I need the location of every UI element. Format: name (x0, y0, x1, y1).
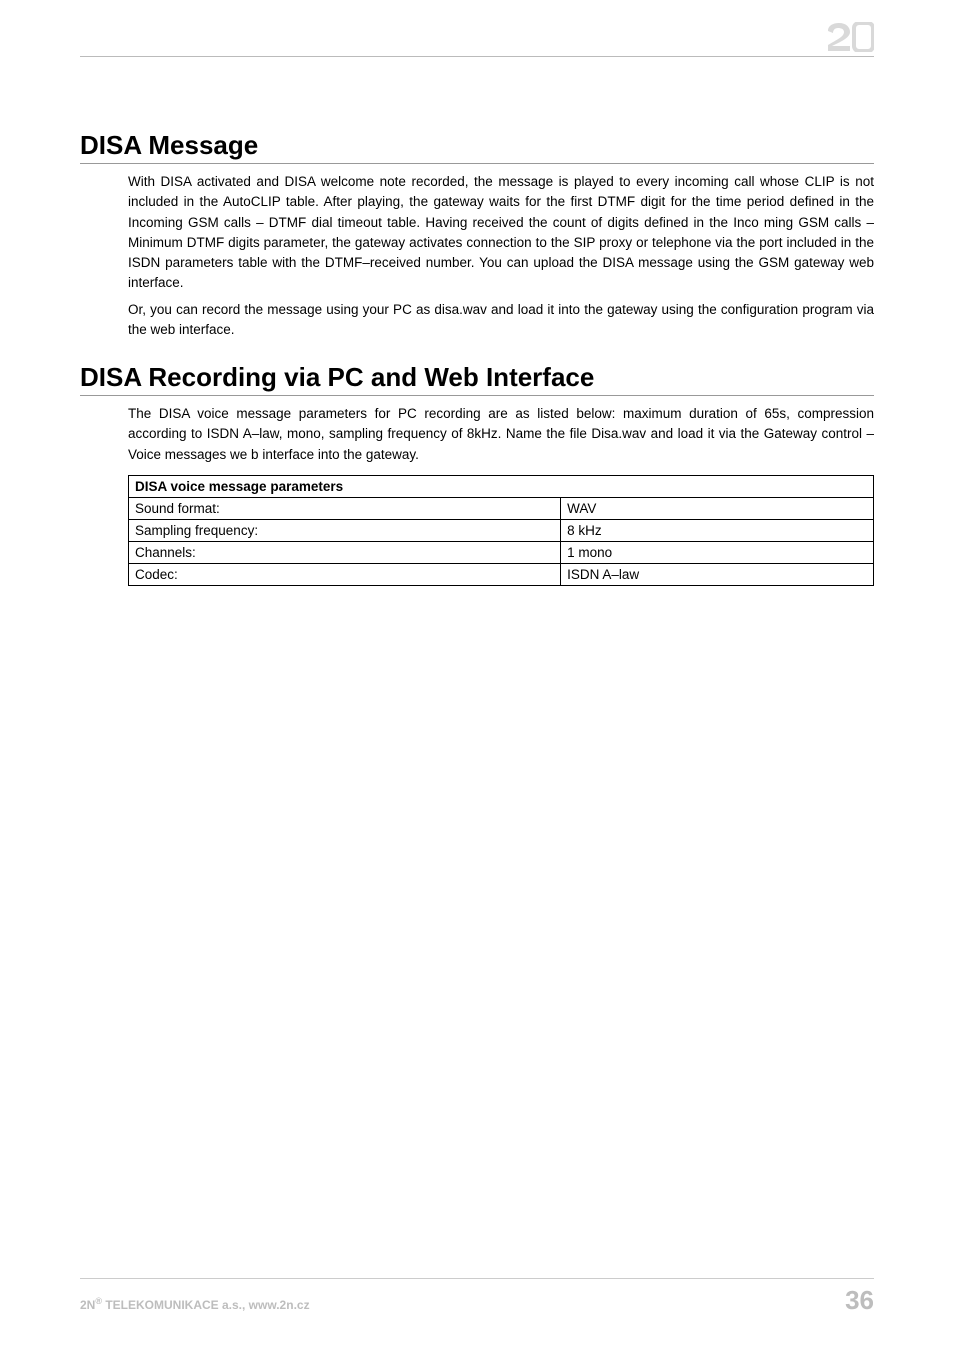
table-cell-label: Sampling frequency: (129, 519, 561, 541)
table-header-row: DISA voice message parameters (129, 475, 874, 497)
brand-logo-icon (826, 22, 874, 57)
disa-parameters-table: DISA voice message parameters Sound form… (128, 475, 874, 586)
section-heading-disa-message: DISA Message (80, 130, 874, 161)
table-cell-label: Channels: (129, 541, 561, 563)
table-row: Channels: 1 mono (129, 541, 874, 563)
page-footer: 2N® TELEKOMUNIKACE a.s., www.2n.cz 36 (80, 1278, 874, 1316)
paragraph: With DISA activated and DISA welcome not… (128, 172, 874, 294)
table-cell-value: 1 mono (561, 541, 874, 563)
page-number: 36 (845, 1285, 874, 1316)
table-row: Sampling frequency: 8 kHz (129, 519, 874, 541)
header-divider (80, 56, 874, 57)
paragraph: The DISA voice message parameters for PC… (128, 404, 874, 465)
section-divider (80, 395, 874, 396)
table-cell-value: 8 kHz (561, 519, 874, 541)
table-cell-value: WAV (561, 497, 874, 519)
table-cell-label: Sound format: (129, 497, 561, 519)
footer-company: 2N® TELEKOMUNIKACE a.s., www.2n.cz (80, 1296, 310, 1312)
table-cell-label: Codec: (129, 563, 561, 585)
table-row: Codec: ISDN A–law (129, 563, 874, 585)
table-cell-value: ISDN A–law (561, 563, 874, 585)
section-heading-disa-recording: DISA Recording via PC and Web Interface (80, 362, 874, 393)
section-divider (80, 163, 874, 164)
table-row: Sound format: WAV (129, 497, 874, 519)
table-header-cell: DISA voice message parameters (129, 475, 874, 497)
footer-divider (80, 1278, 874, 1279)
paragraph: Or, you can record the message using you… (128, 300, 874, 341)
page-content: DISA Message With DISA activated and DIS… (80, 130, 874, 586)
